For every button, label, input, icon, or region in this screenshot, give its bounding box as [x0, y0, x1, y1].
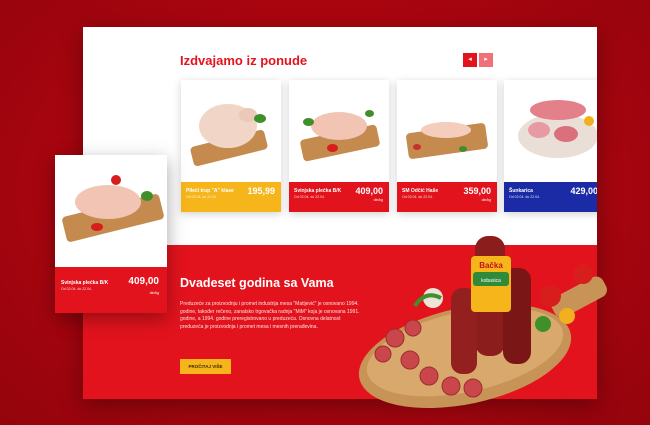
product-card[interactable]: Šunkarica Od 02.04. do 22.04. 429,00	[504, 80, 597, 212]
slider-prev-button[interactable]: ◂	[463, 53, 477, 67]
product-card[interactable]: SM Odčić Haše Od 02.04. do 22.04. 359,00…	[397, 80, 497, 212]
product-name: SM Odčić Haše	[402, 188, 439, 194]
featured-product-info: Svinjska plećka B/K Od 02.04. do 22.04. …	[55, 267, 167, 313]
featured-product-card[interactable]: Svinjska plećka B/K Od 02.04. do 22.04. …	[55, 155, 167, 313]
product-info: SM Odčić Haše Od 02.04. do 22.04. 359,00…	[397, 182, 497, 212]
sausage-platter-illustration: Bačka kobasica	[358, 236, 607, 409]
product-name: Svinjska plećka B/K	[61, 280, 109, 286]
product-image-chicken	[181, 80, 281, 182]
product-name: Svinjska plećka B/K	[294, 188, 342, 194]
slider-nav: ◂ ▸	[463, 53, 493, 67]
product-date: Od 02.04. do 22.04.	[509, 195, 540, 199]
product-info: Pileći trup "A" klase Od 02.04. do 22.04…	[181, 182, 281, 212]
read-more-button[interactable]: PROČITAJ VIŠE	[180, 359, 231, 374]
product-unit: din/kg	[373, 198, 383, 202]
product-price: 359,00	[463, 186, 491, 196]
product-date: Od 02.04. do 22.04.	[61, 287, 92, 291]
product-info: Šunkarica Od 02.04. do 22.04. 429,00	[504, 182, 597, 212]
product-name: Šunkarica	[509, 188, 533, 194]
product-label-type: kobasica	[481, 278, 501, 284]
product-date: Od 02.04. do 22.04.	[186, 195, 217, 199]
product-price: 409,00	[128, 276, 159, 287]
product-info: Svinjska plećka B/K Od 02.04. do 22.04. …	[289, 182, 389, 212]
product-image-hase	[397, 80, 497, 182]
product-price: 409,00	[355, 186, 383, 196]
product-card[interactable]: Pileći trup "A" klase Od 02.04. do 22.04…	[181, 80, 281, 212]
product-date: Od 02.04. do 22.04.	[294, 195, 325, 199]
product-label-brand: Bačka	[479, 261, 503, 270]
product-unit: din/kg	[149, 291, 159, 295]
product-image-pork-shoulder	[289, 80, 389, 182]
product-name: Pileći trup "A" klase	[186, 188, 234, 194]
about-text: Preduzeće za proizvodnju i promet indust…	[180, 301, 360, 330]
product-unit: din/kg	[481, 198, 491, 202]
slider-next-button[interactable]: ▸	[479, 53, 493, 67]
product-date: Od 02.04. do 22.04.	[402, 195, 433, 199]
product-price: 195,99	[247, 186, 275, 196]
about-title: Dvadeset godina sa Vama	[180, 276, 334, 290]
featured-product-image	[55, 155, 167, 267]
product-image-sunkarica	[504, 80, 597, 182]
offers-title: Izdvajamo iz ponude	[180, 53, 308, 68]
product-card[interactable]: Svinjska plećka B/K Od 02.04. do 22.04. …	[289, 80, 389, 212]
backdrop: Izdvajamo iz ponude ◂ ▸ Pileći trup "A" …	[0, 0, 650, 425]
product-price: 429,00	[570, 186, 597, 196]
